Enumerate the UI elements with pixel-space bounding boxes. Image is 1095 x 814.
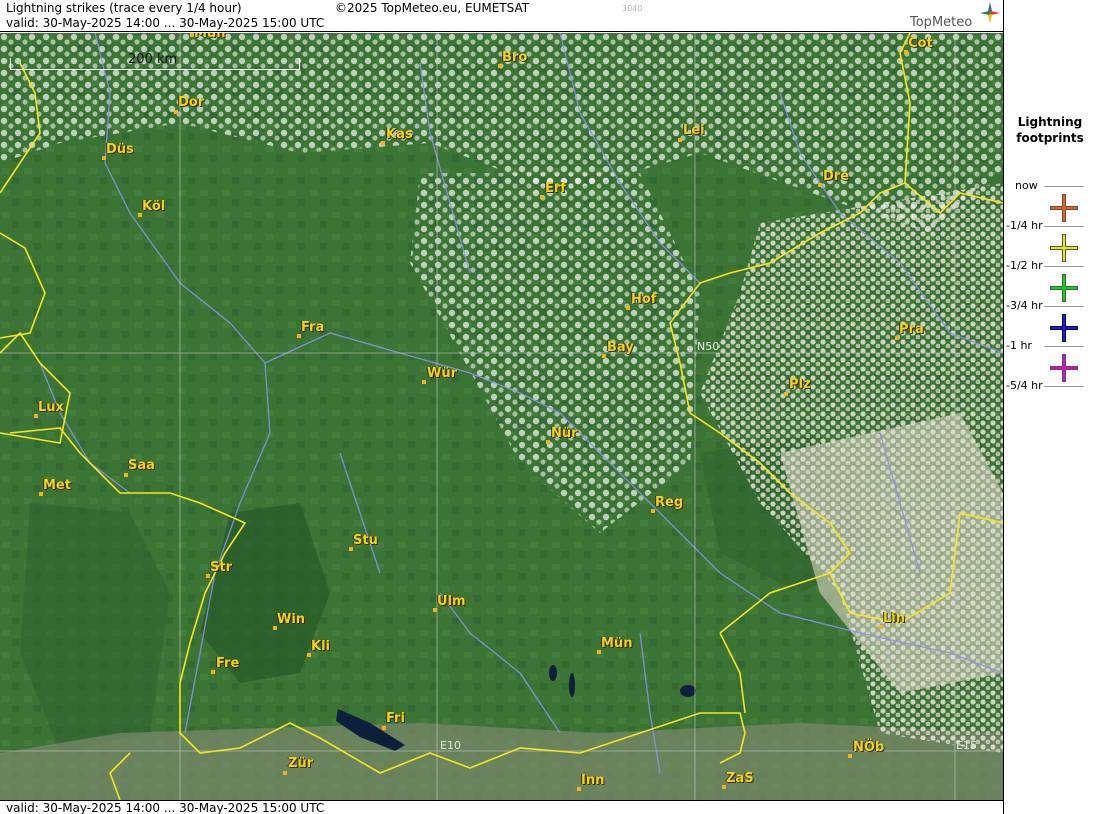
lightning-cross-icon xyxy=(1050,314,1078,342)
city-label[interactable]: Fra xyxy=(301,320,324,335)
legend-divider xyxy=(1044,346,1084,347)
city-marker xyxy=(546,440,550,444)
valid-time-bottom: valid: 30-May-2025 14:00 ... 30-May-2025… xyxy=(6,801,325,814)
city-label[interactable]: Bro xyxy=(502,50,527,65)
city-label[interactable]: Lux xyxy=(38,400,64,415)
city-marker xyxy=(626,306,630,310)
valid-time-top: valid: 30-May-2025 14:00 ... 30-May-2025… xyxy=(6,16,325,30)
city-label[interactable]: Mün xyxy=(194,33,225,41)
city-marker xyxy=(602,354,606,358)
city-label[interactable]: Str xyxy=(210,560,232,575)
city-label[interactable]: Ulm xyxy=(437,594,466,609)
city-label[interactable]: Reg xyxy=(655,495,683,510)
logo-text: TopMeteo xyxy=(910,15,973,30)
map-header: Lightning strikes (trace every 1/4 hour)… xyxy=(0,0,1003,32)
topmeteo-logo[interactable]: TopMeteo xyxy=(905,2,1000,30)
grid-label-lat: N50 xyxy=(697,340,720,353)
city-label[interactable]: Bay xyxy=(607,340,634,355)
compass-star-icon xyxy=(980,2,1000,24)
legend-now-label: now xyxy=(1015,179,1038,192)
city-label[interactable]: Pra xyxy=(899,322,924,337)
alps-zone xyxy=(0,723,1003,800)
city-label[interactable]: Fri xyxy=(386,711,405,726)
legend-time-label: -1 hr xyxy=(1006,339,1032,352)
city-marker xyxy=(818,183,822,187)
city-marker xyxy=(381,141,385,145)
lake xyxy=(569,673,575,697)
city-label[interactable]: Wür xyxy=(427,366,457,381)
legend-title: Lightning footprints xyxy=(1004,114,1095,146)
city-label[interactable]: Hof xyxy=(631,292,656,307)
city-label[interactable]: Zür xyxy=(288,756,313,771)
scale-label: 200 km xyxy=(128,52,178,67)
city-label[interactable]: Lei xyxy=(683,123,705,138)
lightning-cross-icon xyxy=(1050,274,1078,302)
city-label[interactable]: Lin xyxy=(883,611,905,626)
legend-title-line: footprints xyxy=(1016,131,1084,145)
legend-time-label: -1/4 hr xyxy=(1006,219,1043,232)
city-label[interactable]: Plz xyxy=(789,377,811,392)
city-label[interactable]: Inn xyxy=(581,773,604,788)
city-label[interactable]: Nür xyxy=(551,426,578,441)
lightning-cross-icon xyxy=(1050,234,1078,262)
map-canvas xyxy=(0,33,1003,800)
city-label[interactable]: Düs xyxy=(106,142,134,157)
legend-time-label: -3/4 hr xyxy=(1006,299,1043,312)
city-label[interactable]: Köl xyxy=(142,199,165,214)
legend-divider xyxy=(1044,306,1084,307)
grid-label-lon: E15 xyxy=(956,739,977,752)
city-marker xyxy=(283,771,287,775)
map-code: 3040 xyxy=(622,4,643,13)
city-label[interactable]: Dre xyxy=(823,169,849,184)
city-label[interactable]: Win xyxy=(277,612,305,627)
city-label[interactable]: Erf xyxy=(545,181,566,196)
city-label[interactable]: Saa xyxy=(128,458,155,473)
legend-time-label: -5/4 hr xyxy=(1006,379,1043,392)
city-label[interactable]: ZaS xyxy=(726,771,754,786)
legend-divider xyxy=(1044,386,1084,387)
city-marker xyxy=(174,110,178,114)
lake xyxy=(549,665,557,681)
city-label[interactable]: Kas xyxy=(386,127,413,142)
lake xyxy=(680,685,696,697)
city-label[interactable]: Mün xyxy=(601,636,632,651)
lightning-cross-icon xyxy=(1050,354,1078,382)
city-marker xyxy=(382,726,386,730)
city-label[interactable]: Stu xyxy=(353,533,378,548)
city-marker xyxy=(540,195,544,199)
city-marker xyxy=(124,473,128,477)
city-marker xyxy=(422,380,426,384)
copyright-text: ©2025 TopMeteo.eu, EUMETSAT xyxy=(335,1,530,15)
city-marker xyxy=(784,392,788,396)
lightning-cross-icon xyxy=(1050,194,1078,222)
map-title: Lightning strikes (trace every 1/4 hour) xyxy=(6,1,242,15)
city-label[interactable]: Dor xyxy=(178,95,204,110)
city-marker xyxy=(211,670,215,674)
legend-time-label: -1/2 hr xyxy=(1006,259,1043,272)
grid-label-lon: E10 xyxy=(440,739,461,752)
lightning-map-frame: Lightning strikes (trace every 1/4 hour)… xyxy=(0,0,1095,814)
city-marker xyxy=(848,754,852,758)
satellite-map[interactable]: 200 km N50 E10 E15 Mün Bro Cot Dor Kas L… xyxy=(0,33,1003,800)
legend-divider xyxy=(1044,266,1084,267)
city-label[interactable]: Met xyxy=(43,478,71,493)
lightning-legend: Lightning footprints now -1/4 hr -1/2 hr… xyxy=(1003,0,1095,814)
city-label[interactable]: Cot xyxy=(908,36,933,51)
map-footer: valid: 30-May-2025 14:00 ... 30-May-2025… xyxy=(0,800,1003,814)
legend-title-line: Lightning xyxy=(1017,115,1083,129)
city-label[interactable]: Kli xyxy=(311,639,330,654)
legend-divider xyxy=(1044,226,1084,227)
legend-divider xyxy=(1044,186,1084,187)
city-marker xyxy=(678,138,682,142)
city-label[interactable]: NÖb xyxy=(853,740,884,755)
city-label[interactable]: Fre xyxy=(216,656,239,671)
